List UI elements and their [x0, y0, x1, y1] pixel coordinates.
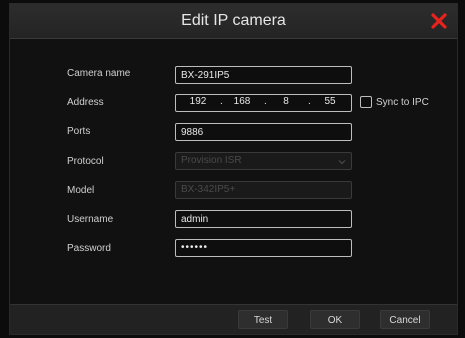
password-label: Password — [67, 243, 111, 254]
protocol-select: Provision ISR — [175, 152, 352, 170]
password-input[interactable]: •••••• — [175, 239, 352, 257]
address-label: Address — [67, 97, 104, 108]
ports-label: Ports — [67, 126, 91, 137]
username-label: Username — [67, 214, 114, 225]
ok-button[interactable]: OK — [310, 310, 360, 329]
ip-octet-1[interactable]: 192 — [182, 96, 214, 107]
ip-octet-2[interactable]: 168 — [226, 96, 258, 107]
edit-ip-camera-dialog: Edit IP camera Camera name Address 192 .… — [9, 3, 458, 335]
test-button[interactable]: Test — [238, 310, 288, 329]
dialog-titlebar: Edit IP camera — [10, 4, 457, 39]
sync-to-ipc-label: Sync to IPC — [376, 97, 429, 108]
username-input[interactable] — [175, 210, 352, 228]
dialog-button-bar: Test OK Cancel — [10, 304, 457, 334]
ip-octet-4[interactable]: 55 — [314, 96, 346, 107]
close-icon[interactable] — [431, 13, 447, 29]
camera-name-input[interactable] — [175, 66, 352, 84]
sync-to-ipc-checkbox[interactable] — [360, 96, 372, 108]
dialog-title: Edit IP camera — [181, 12, 286, 29]
model-label: Model — [67, 185, 95, 196]
protocol-value: Provision ISR — [181, 155, 242, 166]
ip-dot-separator: . — [264, 96, 267, 107]
ip-dot-separator: . — [220, 96, 223, 107]
cancel-button[interactable]: Cancel — [380, 310, 430, 329]
camera-name-label: Camera name — [67, 68, 131, 79]
ip-address-input[interactable]: 192 . 168 . 8 . 55 — [175, 94, 352, 112]
chevron-down-icon — [338, 156, 346, 165]
model-field: BX-342IP5+ — [175, 181, 352, 199]
ports-input[interactable] — [175, 123, 352, 141]
ip-dot-separator: . — [308, 96, 311, 107]
ip-octet-3[interactable]: 8 — [270, 96, 302, 107]
protocol-label: Protocol — [67, 156, 104, 167]
